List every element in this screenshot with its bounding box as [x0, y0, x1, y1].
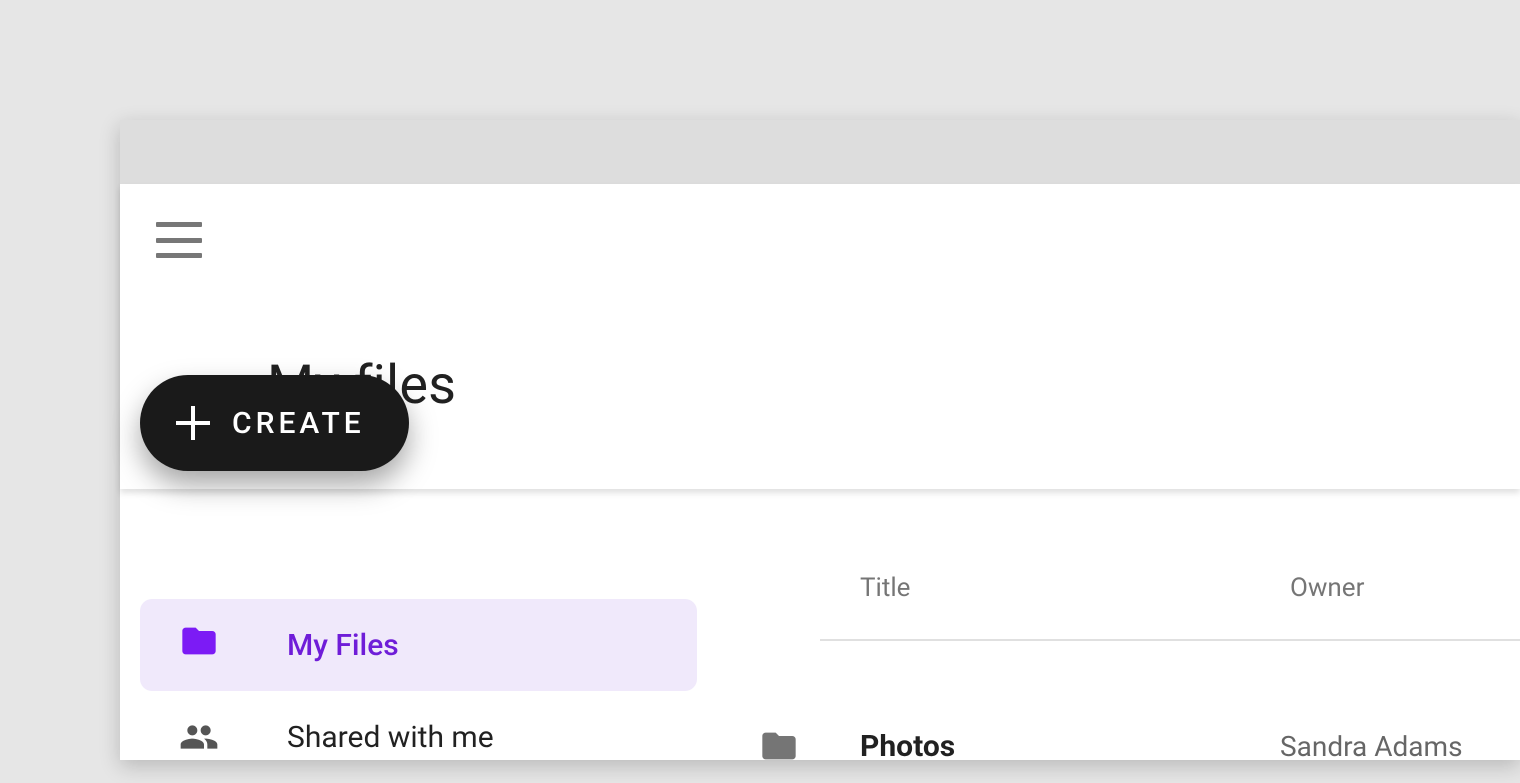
column-header-owner[interactable]: Owner	[1290, 573, 1364, 603]
sidebar-item-my-files[interactable]: My Files	[140, 599, 697, 691]
create-button[interactable]: CREATE	[140, 375, 409, 471]
people-icon	[175, 717, 223, 757]
sidebar-item-label: Shared with me	[287, 720, 494, 755]
file-name: Photos	[860, 729, 1280, 764]
table-header: Title Owner	[820, 569, 1520, 641]
menu-icon[interactable]	[156, 222, 202, 258]
content-area: My Files Shared with me Title Owner Phot…	[120, 489, 1520, 783]
sidebar-item-shared[interactable]: Shared with me	[140, 691, 697, 783]
plus-icon	[176, 406, 210, 440]
column-header-title[interactable]: Title	[860, 573, 1290, 603]
folder-icon	[175, 621, 223, 669]
folder-icon	[755, 726, 805, 766]
table-row[interactable]: Photos Sandra Adams	[820, 641, 1520, 766]
sidebar-item-label: My Files	[287, 628, 399, 663]
device-frame: My files CREATE My Files Shared with me …	[120, 120, 1520, 760]
device-status-bar	[120, 120, 1520, 184]
create-button-label: CREATE	[232, 406, 365, 441]
file-table: Title Owner Photos Sandra Adams	[820, 489, 1520, 783]
sidebar: My Files Shared with me	[120, 489, 820, 783]
file-owner: Sandra Adams	[1280, 730, 1463, 763]
